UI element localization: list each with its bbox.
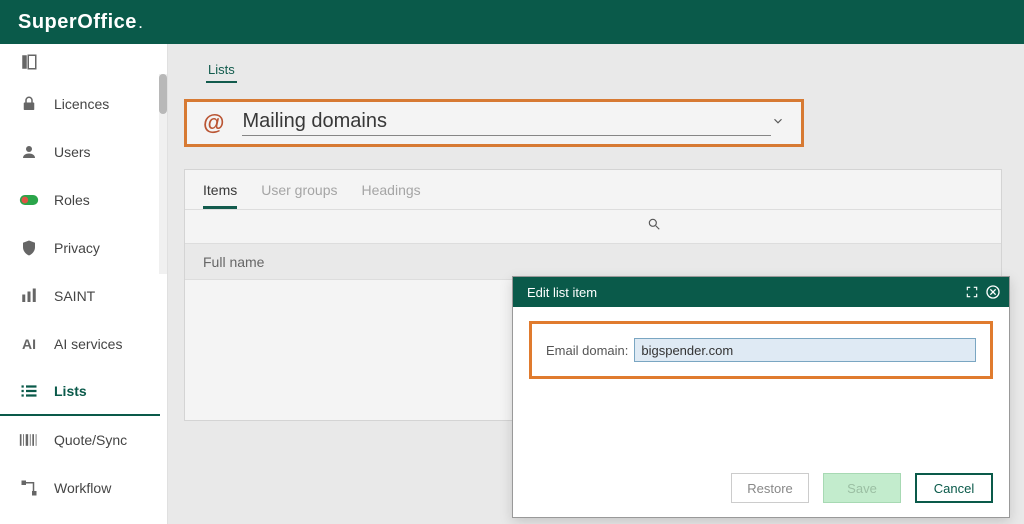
at-icon: @ <box>203 110 224 136</box>
field-frame: Email domain: <box>529 321 993 379</box>
sidebar-item-label: Roles <box>54 192 90 208</box>
sidebar-item-label: Privacy <box>54 240 100 256</box>
sidebar-item-workflow[interactable]: Workflow <box>0 464 160 512</box>
search-row <box>185 210 1001 244</box>
cancel-button[interactable]: Cancel <box>915 473 993 503</box>
edit-list-item-dialog: Edit list item Email domain: <box>512 276 1010 518</box>
list-selector-label: Mailing domains <box>242 110 771 136</box>
email-domain-label: Email domain: <box>546 343 628 358</box>
user-icon <box>18 141 40 163</box>
dialog-actions: Restore Save Cancel <box>513 473 1009 517</box>
lock-icon <box>18 93 40 115</box>
barcode-icon <box>18 429 40 451</box>
dialog-title-text: Edit list item <box>527 285 597 300</box>
subtab-items[interactable]: Items <box>203 182 237 209</box>
sidebar-item-quote[interactable]: Quote/Sync <box>0 416 160 464</box>
dialog-titlebar: Edit list item <box>513 277 1009 307</box>
sidebar-item-label: Users <box>54 144 91 160</box>
subtab-usergroups[interactable]: User groups <box>261 182 337 209</box>
sidebar-item-users[interactable]: Users <box>0 128 160 176</box>
main-top-tabs: Lists <box>184 58 1008 83</box>
chart-icon <box>18 285 40 307</box>
sidebar: Licences Users Roles <box>0 44 168 524</box>
scrollbar-thumb[interactable] <box>159 74 167 114</box>
sidebar-item-label: Workflow <box>54 480 111 496</box>
chevron-down-icon <box>771 114 785 133</box>
sidebar-item-ai[interactable]: AI AI services <box>0 320 160 368</box>
shield-icon <box>18 237 40 259</box>
brand-logo: SuperOffice. <box>18 11 143 34</box>
sidebar-item-label: AI services <box>54 336 122 352</box>
close-icon[interactable] <box>985 284 1001 300</box>
list-selector[interactable]: @ Mailing domains <box>184 99 804 147</box>
list-icon <box>18 380 40 402</box>
email-domain-input[interactable] <box>634 338 976 362</box>
search-icon[interactable] <box>647 217 661 236</box>
main-content: Lists @ Mailing domains Items User group… <box>168 44 1024 524</box>
sidebar-item-label: Lists <box>54 383 87 399</box>
tab-lists[interactable]: Lists <box>206 58 237 83</box>
sidebar-item-lists[interactable]: Lists <box>0 368 160 416</box>
workflow-icon <box>18 477 40 499</box>
sidebar-item-licences[interactable]: Licences <box>0 80 160 128</box>
subtabs: Items User groups Headings <box>185 170 1001 210</box>
ai-icon: AI <box>18 333 40 355</box>
sidebar-item-top[interactable] <box>0 44 160 80</box>
save-button[interactable]: Save <box>823 473 901 503</box>
subtab-headings[interactable]: Headings <box>362 182 421 209</box>
dialog-body: Email domain: <box>513 307 1009 473</box>
topbar: SuperOffice. <box>0 0 1024 44</box>
sidebar-item-saint[interactable]: SAINT <box>0 272 160 320</box>
sidebar-item-label: Quote/Sync <box>54 432 127 448</box>
toggle-icon <box>18 189 40 211</box>
panel-icon <box>18 51 40 73</box>
sidebar-item-privacy[interactable]: Privacy <box>0 224 160 272</box>
sidebar-item-label: Licences <box>54 96 109 112</box>
column-fullname[interactable]: Full name <box>203 254 264 270</box>
sidebar-item-label: SAINT <box>54 288 95 304</box>
restore-button[interactable]: Restore <box>731 473 809 503</box>
maximize-icon[interactable] <box>965 285 979 299</box>
sidebar-item-roles[interactable]: Roles <box>0 176 160 224</box>
grid-header: Full name <box>185 244 1001 280</box>
